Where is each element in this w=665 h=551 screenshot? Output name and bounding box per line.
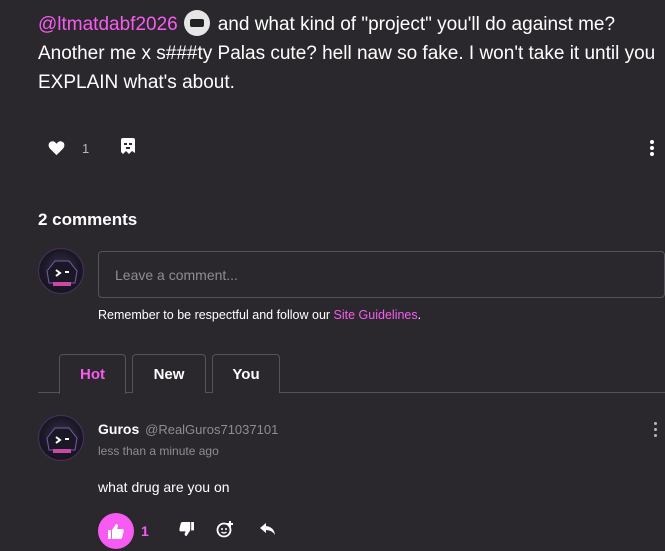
- comment-username[interactable]: Guros: [98, 421, 139, 437]
- comment-author[interactable]: Guros @RealGuros71037101: [98, 421, 278, 437]
- like-heart-button[interactable]: [48, 140, 65, 161]
- heart-icon: [48, 141, 65, 156]
- comments-count-heading: 2 comments: [38, 210, 138, 229]
- comment-more-button[interactable]: [654, 422, 658, 438]
- guidelines-suffix: .: [417, 308, 422, 322]
- dislike-button[interactable]: [120, 138, 136, 162]
- post-body: @ltmatdabf2026 and what kind of "project"…: [38, 10, 658, 97]
- thumbs-up-icon: [108, 523, 124, 539]
- mention-avatar: [183, 10, 210, 36]
- tab-hot[interactable]: Hot: [59, 354, 126, 394]
- post-more-button[interactable]: [650, 140, 654, 156]
- comment-dislike-button[interactable]: [179, 522, 194, 541]
- tab-new[interactable]: New: [132, 354, 206, 393]
- comment-timestamp: less than a minute ago: [98, 444, 219, 458]
- comment-like-count: 1: [141, 523, 149, 539]
- site-guidelines-link[interactable]: Site Guidelines: [334, 308, 418, 322]
- current-user-avatar: [38, 248, 84, 294]
- comment-text: what drug are you on: [98, 479, 230, 495]
- post-mention-link[interactable]: @ltmatdabf2026: [38, 14, 178, 35]
- post-like-count: 1: [82, 141, 90, 156]
- thumbs-down-icon: [179, 522, 194, 536]
- dislike-ghost-icon: [121, 138, 135, 154]
- add-reaction-icon: [216, 521, 233, 538]
- reply-icon: [260, 523, 275, 535]
- guidelines-prefix: Remember to be respectful and follow our: [98, 308, 334, 322]
- comment-like-button[interactable]: [98, 513, 134, 549]
- post-actions: 1: [48, 138, 660, 160]
- commenter-avatar[interactable]: [38, 415, 84, 461]
- comment-input[interactable]: [98, 251, 665, 298]
- comment-reply-button[interactable]: [260, 523, 276, 541]
- tab-you[interactable]: You: [212, 354, 280, 393]
- comment-handle[interactable]: @RealGuros71037101: [145, 422, 278, 437]
- guidelines-note: Remember to be respectful and follow our…: [98, 308, 421, 322]
- comment-add-reaction-button[interactable]: [216, 520, 234, 543]
